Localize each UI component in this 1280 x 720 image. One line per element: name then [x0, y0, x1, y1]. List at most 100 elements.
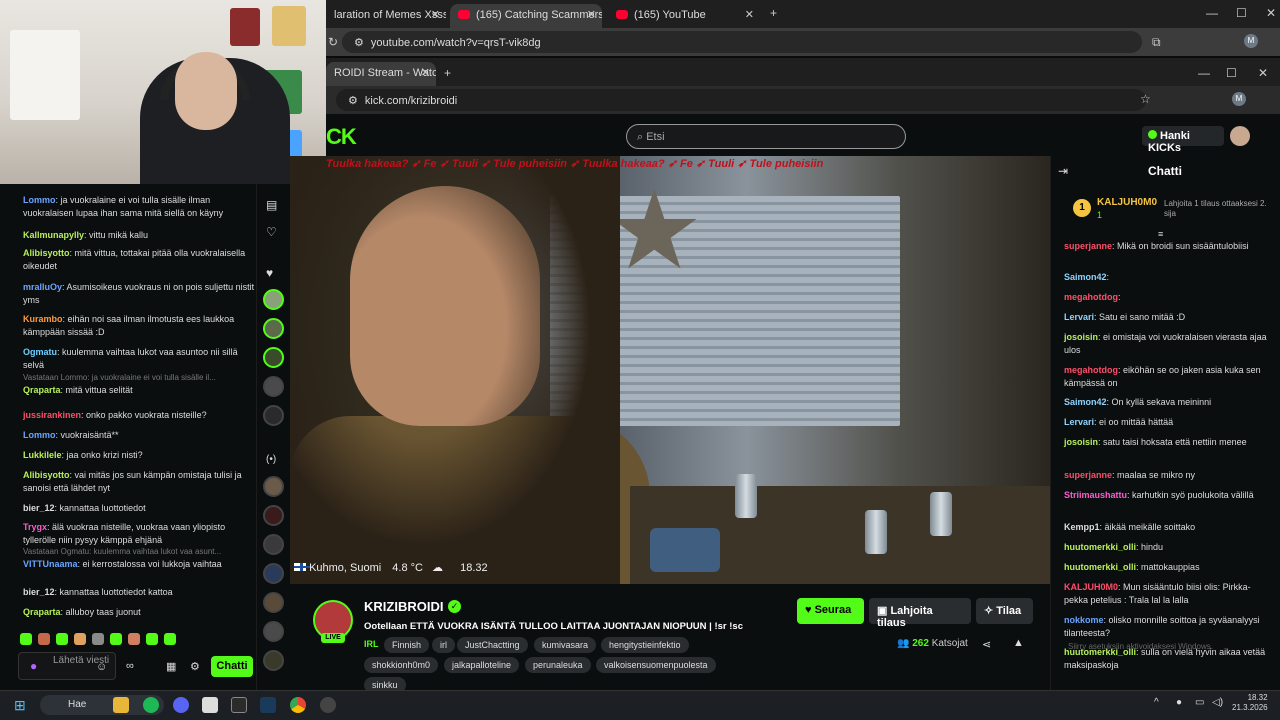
mic-tray-icon[interactable]: ●: [1176, 697, 1182, 708]
followed-channel-avatar[interactable]: [263, 289, 284, 310]
emote-icon[interactable]: [74, 633, 86, 645]
chat-username[interactable]: jussirankinen: [23, 410, 81, 420]
chat-username[interactable]: Alibisyotto: [23, 248, 70, 258]
chat-username[interactable]: Saimon42: [1064, 397, 1107, 407]
chat-username[interactable]: Ogmatu: [23, 347, 57, 357]
minimize-icon[interactable]: —: [1198, 66, 1210, 80]
recommended-channel-avatar[interactable]: [263, 476, 284, 497]
profile-avatar[interactable]: M: [1244, 34, 1258, 48]
emote-icon[interactable]: [128, 633, 140, 645]
outer-tab-2[interactable]: (165) Catching Scammers in Ital✕: [450, 4, 602, 28]
stream-tag[interactable]: hengitystieinfektio: [601, 637, 689, 653]
kick-logo[interactable]: CK: [326, 124, 357, 150]
subscribe-button[interactable]: ✧ Tilaa: [976, 598, 1033, 624]
app-icon[interactable]: [231, 697, 247, 713]
windows-start-icon[interactable]: ⊞: [14, 697, 26, 714]
archive-icon[interactable]: ▤: [266, 198, 277, 212]
stream-tag[interactable]: perunaleuka: [525, 657, 591, 673]
chat-username[interactable]: Kempp1: [1064, 522, 1100, 532]
chat-username[interactable]: Kurambo: [23, 314, 63, 324]
recommended-channel-avatar[interactable]: [263, 592, 284, 613]
streamer-name[interactable]: KRIZIBROIDI: [364, 599, 443, 614]
recommended-channel-avatar[interactable]: [263, 505, 284, 526]
network-icon[interactable]: ▭: [1195, 697, 1204, 708]
emote-icon[interactable]: [38, 633, 50, 645]
followed-channel-avatar[interactable]: [263, 347, 284, 368]
emote-icon[interactable]: [146, 633, 158, 645]
chat-username[interactable]: KALJUH0M0: [1064, 582, 1118, 592]
close-window-icon[interactable]: ✕: [1266, 6, 1276, 20]
maximize-icon[interactable]: ☐: [1226, 66, 1237, 80]
search-input[interactable]: ⌕ Etsi: [626, 124, 906, 149]
close-icon[interactable]: ✕: [421, 66, 430, 79]
chat-username[interactable]: nokkome: [1064, 615, 1104, 625]
heart-icon[interactable]: ♡: [266, 225, 277, 239]
outer-tab-1[interactable]: laration of Memes Xsssä: "C✕: [326, 4, 446, 28]
stream-tag[interactable]: kumivasara: [534, 637, 597, 653]
discord-icon[interactable]: [173, 697, 189, 713]
extensions-icon[interactable]: ⧉: [1152, 35, 1161, 50]
recommended-channel-avatar[interactable]: [263, 650, 284, 671]
followed-channel-avatar[interactable]: [263, 376, 284, 397]
recommended-channel-avatar[interactable]: [263, 534, 284, 555]
bookmark-star-icon[interactable]: ☆: [1140, 92, 1151, 106]
pinned-gift-leaderboard[interactable]: 1 KALJUH0M0 1 Lahjoita 1 tilaus ottaakse…: [1068, 193, 1274, 231]
inner-url-field[interactable]: ⚙ kick.com/krizibroidi: [336, 89, 1146, 111]
chat-username[interactable]: Kallmunapylly: [23, 230, 84, 240]
stream-tag[interactable]: JustChactting: [457, 637, 528, 653]
outer-url-field[interactable]: ⚙ youtube.com/watch?v=qrsT-vik8dg: [342, 31, 1142, 53]
emote-icon[interactable]: [92, 633, 104, 645]
chat-username[interactable]: Qraparta: [23, 607, 61, 617]
followed-channel-avatar[interactable]: [263, 405, 284, 426]
user-avatar[interactable]: [1230, 126, 1250, 146]
stream-tag[interactable]: Finnish: [384, 637, 430, 653]
chat-username[interactable]: josoisin: [1064, 332, 1098, 342]
app-icon[interactable]: [320, 697, 336, 713]
close-window-icon[interactable]: ✕: [1258, 66, 1268, 80]
outer-tab-3[interactable]: (165) YouTube ✕: [608, 4, 760, 28]
report-icon[interactable]: ▲: [1013, 637, 1024, 649]
chat-username[interactable]: Alibisyotto: [23, 470, 70, 480]
new-tab-icon[interactable]: +: [444, 66, 451, 80]
video-player[interactable]: ★: [290, 156, 1050, 584]
chrome-icon[interactable]: [290, 697, 306, 713]
chat-username[interactable]: superjanne: [1064, 470, 1112, 480]
chat-username[interactable]: huutomerkki_olli: [1064, 542, 1136, 552]
chat-username[interactable]: Qraparta: [23, 385, 61, 395]
inner-tab-kick[interactable]: ROIDI Stream - Watc ✕: [326, 62, 436, 86]
maximize-icon[interactable]: ☐: [1236, 6, 1247, 20]
chat-username[interactable]: VITTUnaama: [23, 559, 78, 569]
chat-username[interactable]: megahotdog: [1064, 292, 1118, 302]
chat-username[interactable]: mralluOy: [23, 282, 62, 292]
pin-collapse-icon[interactable]: ≡: [1158, 229, 1163, 239]
stream-tag[interactable]: irl: [432, 637, 455, 653]
chat-username[interactable]: Lommo: [23, 430, 56, 440]
chat-username[interactable]: Lukkilele: [23, 450, 62, 460]
recommended-channel-avatar[interactable]: [263, 621, 284, 642]
steam-icon[interactable]: [260, 697, 276, 713]
file-explorer-icon[interactable]: [113, 697, 129, 713]
spotify-icon[interactable]: [143, 697, 159, 713]
site-info-icon[interactable]: ⚙: [348, 95, 361, 107]
close-icon[interactable]: ✕: [587, 8, 596, 21]
site-info-icon[interactable]: ⚙: [354, 37, 367, 49]
store-icon[interactable]: ▦: [166, 660, 176, 673]
recommended-channel-avatar[interactable]: [263, 563, 284, 584]
get-kicks-button[interactable]: Hanki KICKs: [1142, 126, 1224, 154]
chat-username[interactable]: megahotdog: [1064, 365, 1118, 375]
mic-icon[interactable]: ●: [30, 659, 37, 673]
settings-icon[interactable]: ⚙: [190, 660, 200, 673]
chat-username[interactable]: bier_12: [23, 503, 55, 513]
reload-icon[interactable]: ↻: [328, 35, 338, 49]
tray-chevron-icon[interactable]: ^: [1154, 697, 1159, 708]
close-icon[interactable]: ✕: [431, 8, 440, 21]
stream-tag[interactable]: valkoisensuomenpuolesta: [596, 657, 716, 673]
emote-icon[interactable]: [164, 633, 176, 645]
follow-button[interactable]: ♥ Seuraa: [797, 598, 864, 624]
chat-username[interactable]: josoisin: [1064, 437, 1098, 447]
kicks-chat-icon[interactable]: ∞: [126, 660, 134, 672]
followed-channel-avatar[interactable]: [263, 318, 284, 339]
app-icon[interactable]: [202, 697, 218, 713]
collapse-chat-icon[interactable]: ⇥: [1058, 164, 1068, 178]
stream-tag[interactable]: shokkionh0m0: [364, 657, 439, 673]
